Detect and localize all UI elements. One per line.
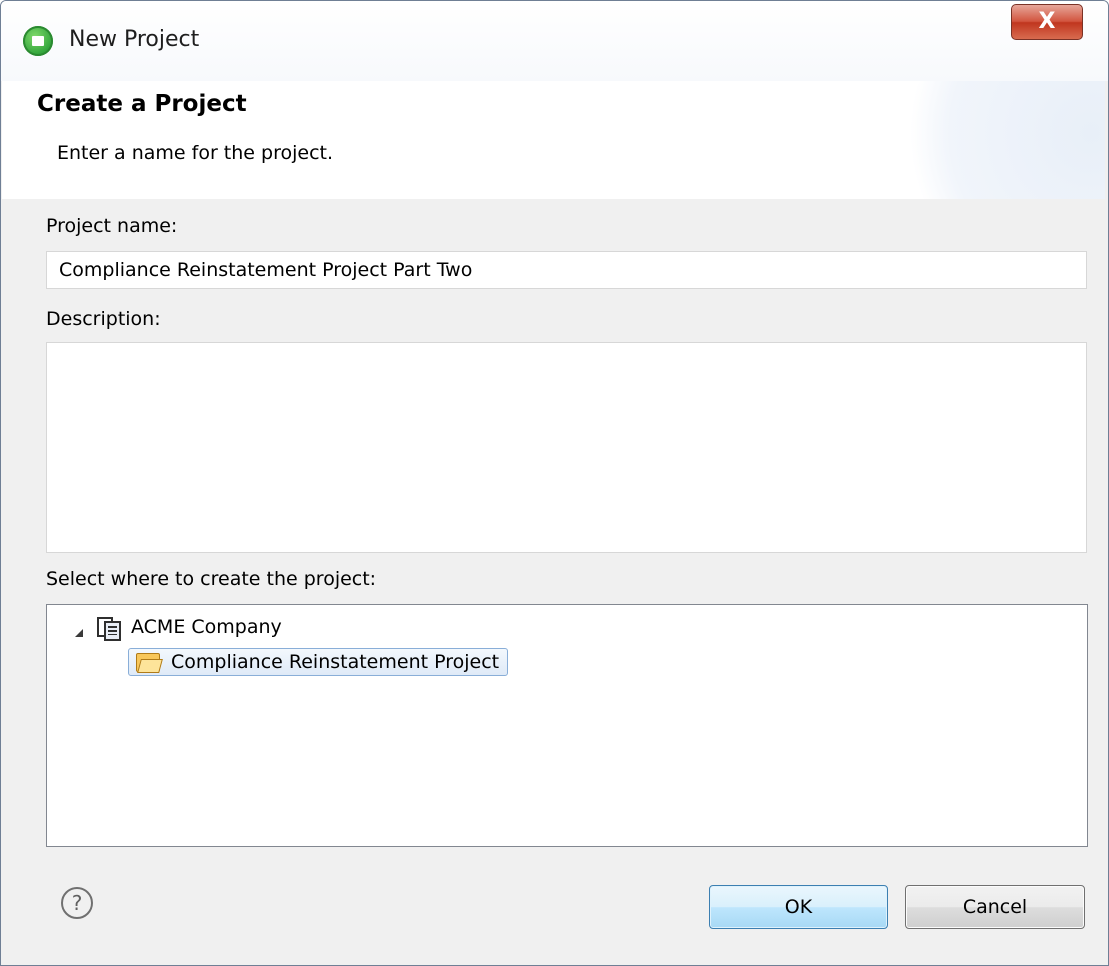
project-name-input[interactable] <box>46 251 1087 289</box>
tree-item-acme-company[interactable]: ACME Company <box>97 615 282 641</box>
tree-item-compliance-project[interactable]: Compliance Reinstatement Project <box>128 648 509 676</box>
app-icon <box>23 26 53 56</box>
cancel-button[interactable]: Cancel <box>905 885 1085 929</box>
company-icon <box>97 615 121 641</box>
help-icon[interactable]: ? <box>61 887 93 919</box>
tree-item-label: Compliance Reinstatement Project <box>171 651 500 673</box>
project-location-tree[interactable]: ACME Company Compliance Reinstatement Pr… <box>46 604 1088 847</box>
header-banner-graphic <box>895 81 1105 199</box>
location-label: Select where to create the project: <box>46 568 377 590</box>
new-project-dialog: New Project X Create a Project Enter a n… <box>0 0 1109 966</box>
tree-item-label: ACME Company <box>131 616 282 638</box>
description-label: Description: <box>46 308 161 330</box>
ok-button[interactable]: OK <box>709 885 888 929</box>
collapse-arrow-icon[interactable] <box>75 629 83 637</box>
description-textarea[interactable] <box>46 342 1087 553</box>
wizard-header: Create a Project Enter a name for the pr… <box>2 81 1105 199</box>
close-icon: X <box>1038 9 1056 34</box>
project-name-label: Project name: <box>46 215 178 237</box>
window-title: New Project <box>69 27 200 52</box>
folder-open-icon <box>135 651 163 673</box>
page-description: Enter a name for the project. <box>57 142 334 164</box>
page-title: Create a Project <box>37 91 247 117</box>
title-bar[interactable]: New Project X <box>1 1 1108 81</box>
close-button[interactable]: X <box>1011 4 1083 40</box>
